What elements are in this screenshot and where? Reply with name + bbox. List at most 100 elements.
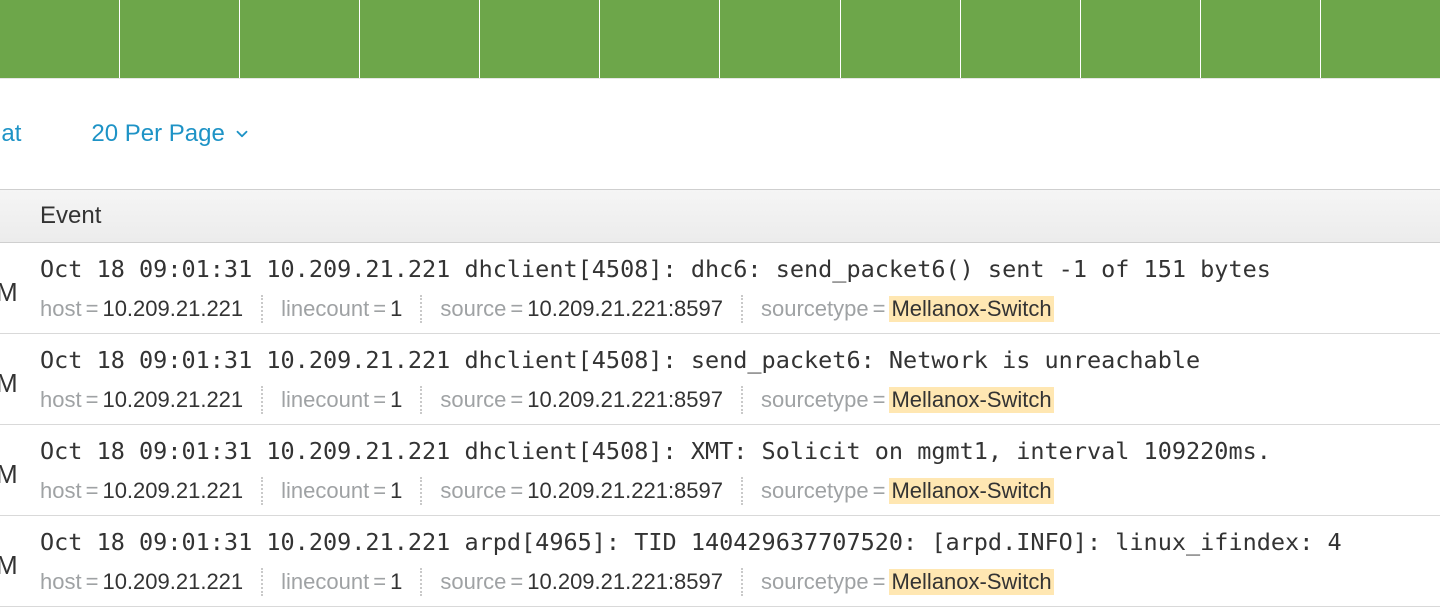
meta-value[interactable]: Mellanox-Switch — [889, 387, 1053, 413]
meta-equals: = — [86, 569, 99, 595]
event-meta: host = 10.209.21.221 linecount = 1 source … — [40, 477, 1440, 505]
event-row: MOct 18 09:01:31 10.209.21.221 arpd[4965… — [0, 516, 1440, 607]
meta-value[interactable]: 10.209.21.221 — [102, 478, 243, 504]
meta-separator — [261, 477, 263, 505]
meta-value[interactable]: 10.209.21.221:8597 — [527, 296, 723, 322]
meta-key: linecount — [281, 569, 369, 595]
meta-equals: = — [873, 569, 886, 595]
meta-value[interactable]: 10.209.21.221:8597 — [527, 478, 723, 504]
timeline-bar[interactable] — [599, 0, 719, 78]
event-timeline[interactable] — [0, 0, 1440, 79]
timeline-bar[interactable] — [479, 0, 599, 78]
meta-value[interactable]: Mellanox-Switch — [889, 296, 1053, 322]
meta-separator — [741, 295, 743, 323]
event-meta-field[interactable]: host = 10.209.21.221 — [40, 296, 243, 322]
meta-equals: = — [873, 387, 886, 413]
events-list: M Oct 18 09:01:31 10.209.21.221 dhclient[… — [0, 243, 1440, 607]
event-meta: host = 10.209.21.221 linecount = 1 source … — [40, 295, 1440, 323]
timeline-bar[interactable] — [1200, 0, 1320, 78]
event-meta-field[interactable]: source = 10.209.21.221:8597 — [440, 296, 723, 322]
meta-separator — [261, 295, 263, 323]
timeline-bar[interactable] — [359, 0, 479, 78]
event-meta-field[interactable]: linecount = 1 — [281, 296, 402, 322]
meta-equals: = — [373, 569, 386, 595]
meta-key: linecount — [281, 478, 369, 504]
event-meta-field[interactable]: sourcetype = Mellanox-Switch — [761, 296, 1054, 322]
meta-separator — [741, 568, 743, 596]
meta-value[interactable]: Mellanox-Switch — [889, 478, 1053, 504]
time-column-fragment: M — [0, 459, 18, 490]
meta-key: host — [40, 387, 82, 413]
event-meta-field[interactable]: sourcetype = Mellanox-Switch — [761, 569, 1054, 595]
event-meta: host = 10.209.21.221 linecount = 1 source … — [40, 568, 1440, 596]
meta-key: host — [40, 478, 82, 504]
event-raw-text[interactable]: Oct 18 09:01:31 10.209.21.221 arpd[4965]… — [40, 528, 1440, 556]
event-meta-field[interactable]: host = 10.209.21.221 — [40, 569, 243, 595]
event-meta-field[interactable]: host = 10.209.21.221 — [40, 387, 243, 413]
meta-separator — [261, 386, 263, 414]
meta-key: sourcetype — [761, 387, 869, 413]
timeline-bar[interactable] — [1320, 0, 1440, 78]
event-raw-text[interactable]: Oct 18 09:01:31 10.209.21.221 dhclient[4… — [40, 346, 1440, 374]
meta-value[interactable]: 1 — [390, 296, 402, 322]
time-column-fragment: M — [0, 277, 18, 308]
meta-equals: = — [86, 478, 99, 504]
event-meta-field[interactable]: source = 10.209.21.221:8597 — [440, 478, 723, 504]
column-header-event[interactable]: Event — [40, 202, 101, 229]
meta-equals: = — [510, 569, 523, 595]
meta-value[interactable]: 10.209.21.221:8597 — [527, 569, 723, 595]
timeline-bar[interactable] — [1080, 0, 1200, 78]
timeline-bar[interactable] — [719, 0, 839, 78]
format-link[interactable]: nat — [0, 120, 21, 148]
event-meta-field[interactable]: linecount = 1 — [281, 569, 402, 595]
event-meta-field[interactable]: sourcetype = Mellanox-Switch — [761, 478, 1054, 504]
event-meta-field[interactable]: source = 10.209.21.221:8597 — [440, 387, 723, 413]
meta-separator — [420, 386, 422, 414]
meta-equals: = — [510, 387, 523, 413]
meta-equals: = — [373, 296, 386, 322]
event-row: M Oct 18 09:01:31 10.209.21.221 dhclient[… — [0, 425, 1440, 516]
event-row: M Oct 18 09:01:31 10.209.21.221 dhclient[… — [0, 243, 1440, 334]
meta-equals: = — [86, 387, 99, 413]
timeline-bar[interactable] — [119, 0, 239, 78]
event-meta-field[interactable]: host = 10.209.21.221 — [40, 478, 243, 504]
meta-value[interactable]: 10.209.21.221 — [102, 569, 243, 595]
chevron-down-icon — [233, 125, 251, 143]
meta-key: sourcetype — [761, 478, 869, 504]
meta-separator — [741, 386, 743, 414]
meta-key: sourcetype — [761, 569, 869, 595]
event-meta-field[interactable]: source = 10.209.21.221:8597 — [440, 569, 723, 595]
meta-separator — [420, 295, 422, 323]
meta-separator — [420, 477, 422, 505]
meta-separator — [420, 568, 422, 596]
meta-key: linecount — [281, 387, 369, 413]
event-raw-text[interactable]: Oct 18 09:01:31 10.209.21.221 dhclient[4… — [40, 255, 1440, 283]
per-page-dropdown[interactable]: 20 Per Page — [91, 120, 250, 148]
event-row: MOct 18 09:01:31 10.209.21.221 dhclient[… — [0, 334, 1440, 425]
meta-equals: = — [86, 296, 99, 322]
timeline-bar[interactable] — [239, 0, 359, 78]
results-controls: nat 20 Per Page — [0, 79, 1440, 189]
meta-equals: = — [510, 478, 523, 504]
meta-value[interactable]: 1 — [390, 569, 402, 595]
meta-value[interactable]: Mellanox-Switch — [889, 569, 1053, 595]
timeline-bar[interactable] — [840, 0, 960, 78]
meta-value[interactable]: 10.209.21.221:8597 — [527, 387, 723, 413]
event-meta: host = 10.209.21.221 linecount = 1 source … — [40, 386, 1440, 414]
meta-key: linecount — [281, 296, 369, 322]
meta-value[interactable]: 1 — [390, 387, 402, 413]
timeline-bar[interactable] — [0, 0, 119, 78]
event-meta-field[interactable]: linecount = 1 — [281, 478, 402, 504]
timeline-bar[interactable] — [960, 0, 1080, 78]
meta-value[interactable]: 10.209.21.221 — [102, 387, 243, 413]
meta-key: source — [440, 387, 506, 413]
meta-value[interactable]: 10.209.21.221 — [102, 296, 243, 322]
meta-separator — [741, 477, 743, 505]
event-raw-text[interactable]: Oct 18 09:01:31 10.209.21.221 dhclient[4… — [40, 437, 1440, 465]
event-meta-field[interactable]: sourcetype = Mellanox-Switch — [761, 387, 1054, 413]
meta-value[interactable]: 1 — [390, 478, 402, 504]
meta-equals: = — [510, 296, 523, 322]
meta-key: source — [440, 478, 506, 504]
meta-key: sourcetype — [761, 296, 869, 322]
event-meta-field[interactable]: linecount = 1 — [281, 387, 402, 413]
